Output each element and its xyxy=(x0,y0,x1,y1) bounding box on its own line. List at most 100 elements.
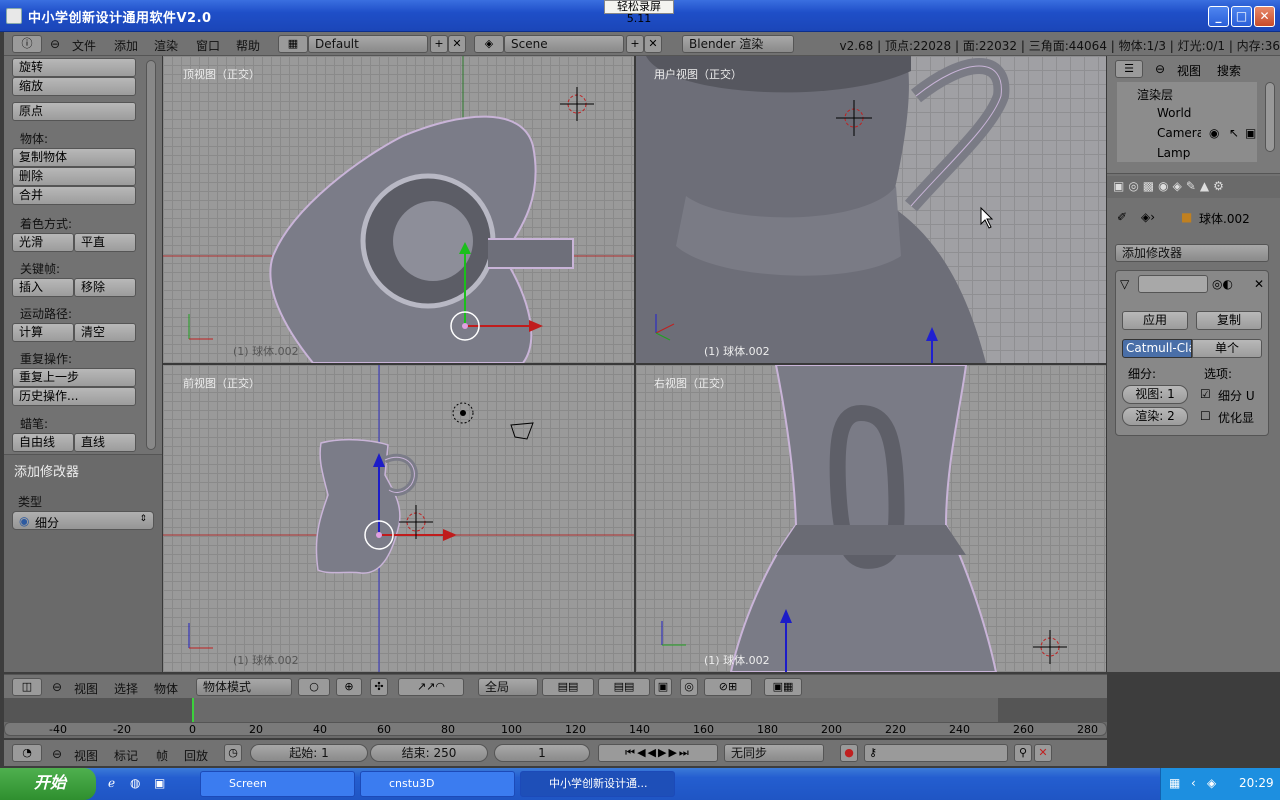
menu-collapse-icon[interactable]: ⊖ xyxy=(50,37,60,51)
line-button[interactable]: 直线 xyxy=(74,433,136,452)
visibility-eye-icon[interactable]: ◉ xyxy=(1209,126,1219,140)
rotate-button[interactable]: 旋转 xyxy=(12,58,136,77)
sync-select[interactable]: 无同步 xyxy=(724,744,824,762)
origin-button[interactable]: 原点 xyxy=(12,102,136,121)
layout-icon[interactable]: ▦ xyxy=(278,35,308,53)
current-frame-field[interactable]: 1 xyxy=(494,744,590,762)
manipulator-icon[interactable]: ✣ xyxy=(370,678,388,696)
keying-set-icon[interactable]: ⚷ xyxy=(864,744,1008,762)
remove-keyframe-button[interactable]: 移除 xyxy=(74,278,136,297)
viewport-top[interactable]: 顶视图（正交） (1) 球体.002 xyxy=(163,56,634,363)
playbar-marker[interactable]: 标记 xyxy=(114,747,138,764)
add-modifier-select[interactable]: 添加修改器 xyxy=(1115,244,1269,262)
viewport-front[interactable]: 前视图（正交） (1) 球体.002 xyxy=(163,365,634,672)
menu-help[interactable]: 帮助 xyxy=(236,37,260,54)
outliner-scrollbar[interactable] xyxy=(1265,82,1275,152)
viewport-right[interactable]: 右视图（正交） (1) 球体.002 xyxy=(636,365,1106,672)
catmull-clark-option[interactable]: Catmull-Clark xyxy=(1122,339,1192,358)
layout-select[interactable]: Default xyxy=(308,35,428,53)
outliner-icon[interactable]: ☰ xyxy=(1115,60,1143,78)
render-camera-icon[interactable]: ▣ xyxy=(1245,126,1256,140)
copy-button[interactable]: 复制 xyxy=(1196,311,1262,330)
outliner-collapse-icon[interactable]: ⊖ xyxy=(1155,62,1165,76)
modifier-name-field[interactable] xyxy=(1138,275,1208,293)
viewport-user[interactable]: 用户视图（正交） (1) 球体.002 xyxy=(636,56,1106,363)
outliner-menu-view[interactable]: 视图 xyxy=(1177,62,1201,79)
tool-shelf-scrollbar[interactable] xyxy=(146,60,156,450)
select-cursor-icon[interactable]: ↖ xyxy=(1229,126,1239,140)
duplicate-object-button[interactable]: 复制物体 xyxy=(12,148,136,167)
playbar-collapse-icon[interactable]: ⊖ xyxy=(52,747,62,761)
freehand-button[interactable]: 自由线 xyxy=(12,433,74,452)
outliner-item-renderlayer[interactable]: 渲染层 xyxy=(1137,86,1227,103)
scene-select[interactable]: Scene xyxy=(504,35,624,53)
expand-icon[interactable]: ▽ xyxy=(1120,277,1129,291)
history-button[interactable]: 历史操作... xyxy=(12,387,136,406)
current-frame-marker[interactable] xyxy=(192,698,194,722)
menu-file[interactable]: 文件 xyxy=(72,37,96,54)
outliner-menu-search[interactable]: 搜索 xyxy=(1217,62,1241,79)
editor-type-icon[interactable]: ◫ xyxy=(12,678,42,696)
playbar-frame[interactable]: 帧 xyxy=(156,747,168,764)
render-levels-field[interactable]: 渲染: 2 xyxy=(1122,407,1188,426)
network-icon[interactable]: ▦ xyxy=(1169,776,1180,790)
header-view[interactable]: 视图 xyxy=(74,680,98,697)
delete-button[interactable]: 删除 xyxy=(12,167,136,186)
remove-scene-icon[interactable]: ✕ xyxy=(644,35,662,53)
header-select[interactable]: 选择 xyxy=(114,680,138,697)
minimize-button[interactable]: _ xyxy=(1208,6,1229,27)
menu-window[interactable]: 窗口 xyxy=(196,37,220,54)
close-button[interactable]: ✕ xyxy=(1254,6,1275,27)
header-collapse-icon[interactable]: ⊖ xyxy=(52,680,62,694)
maximize-button[interactable]: □ xyxy=(1231,6,1252,27)
add-scene-icon[interactable]: + xyxy=(626,35,644,53)
modifier-toggle-icons[interactable]: ◎◐ xyxy=(1212,277,1233,291)
header-object[interactable]: 物体 xyxy=(154,680,178,697)
end-frame-field[interactable]: 结束: 250 xyxy=(370,744,488,762)
playbar-playback[interactable]: 回放 xyxy=(184,747,208,764)
properties-tab-icons[interactable]: ▣◎▩◉◈✎▲⚙ xyxy=(1113,179,1228,193)
calculate-button[interactable]: 计算 xyxy=(12,323,74,342)
repeat-last-button[interactable]: 重复上一步 xyxy=(12,368,136,387)
scale-button[interactable]: 缩放 xyxy=(12,77,136,96)
scene-icon[interactable]: ◈ xyxy=(474,35,504,53)
checkbox-unchecked-icon[interactable]: ☐ xyxy=(1200,409,1211,423)
menu-render[interactable]: 渲染 xyxy=(154,37,178,54)
start-frame-field[interactable]: 起始: 1 xyxy=(250,744,368,762)
remove-modifier-icon[interactable]: ✕ xyxy=(1254,277,1264,291)
render-icon[interactable]: ▣▦ xyxy=(764,678,802,696)
flat-button[interactable]: 平直 xyxy=(74,233,136,252)
media-icon[interactable]: ▣ xyxy=(154,776,165,790)
playback-controls-icon[interactable]: ⏮◀◀▶▶⏭ xyxy=(598,744,718,762)
clear-button[interactable]: 清空 xyxy=(74,323,136,342)
render-engine-select[interactable]: Blender 渲染 xyxy=(682,35,794,53)
timeline[interactable]: -40 -20 0 20 40 60 80 100 120 140 160 18… xyxy=(4,698,1107,738)
layers-grid-2-icon[interactable]: ▤▤ xyxy=(598,678,650,696)
quicklaunch-icon[interactable]: ◍ xyxy=(130,776,140,790)
object-context-icon[interactable]: ◈› xyxy=(1141,210,1155,224)
transform-widgets-icon[interactable]: ↗↗◠ xyxy=(398,678,464,696)
record-icon[interactable]: ● xyxy=(840,744,858,762)
timeline-editor-icon[interactable]: ◔ xyxy=(12,744,42,762)
outliner-item-camera[interactable]: Camera xyxy=(1157,126,1201,140)
insert-keyframe-button[interactable]: 插入 xyxy=(12,278,74,297)
pivot-icon[interactable]: ⊕ xyxy=(336,678,362,696)
pin-icon[interactable]: ✐ xyxy=(1117,210,1127,224)
layers-grid-icon[interactable]: ▤▤ xyxy=(542,678,594,696)
outliner-item-lamp[interactable]: Lamp xyxy=(1157,146,1201,160)
lock-layer-icon[interactable]: ▣ xyxy=(654,678,672,696)
outliner-item-world[interactable]: World xyxy=(1157,106,1207,120)
insert-key-icon[interactable]: ⚲ xyxy=(1014,744,1032,762)
remove-layout-icon[interactable]: ✕ xyxy=(448,35,466,53)
tray-arrow-icon[interactable]: ‹ xyxy=(1191,776,1196,790)
join-button[interactable]: 合并 xyxy=(12,186,136,205)
preview-range-icon[interactable]: ◷ xyxy=(224,744,242,762)
snap-icon[interactable]: ⊘⊞ xyxy=(704,678,752,696)
ie-icon[interactable]: ℯ xyxy=(108,776,115,790)
playbar-view[interactable]: 视图 xyxy=(74,747,98,764)
simple-option[interactable]: 单个 xyxy=(1192,339,1262,358)
menu-add[interactable]: 添加 xyxy=(114,37,138,54)
info-icon[interactable]: ⓘ xyxy=(12,35,42,53)
smooth-button[interactable]: 光滑 xyxy=(12,233,74,252)
proportional-icon[interactable]: ◎ xyxy=(680,678,698,696)
